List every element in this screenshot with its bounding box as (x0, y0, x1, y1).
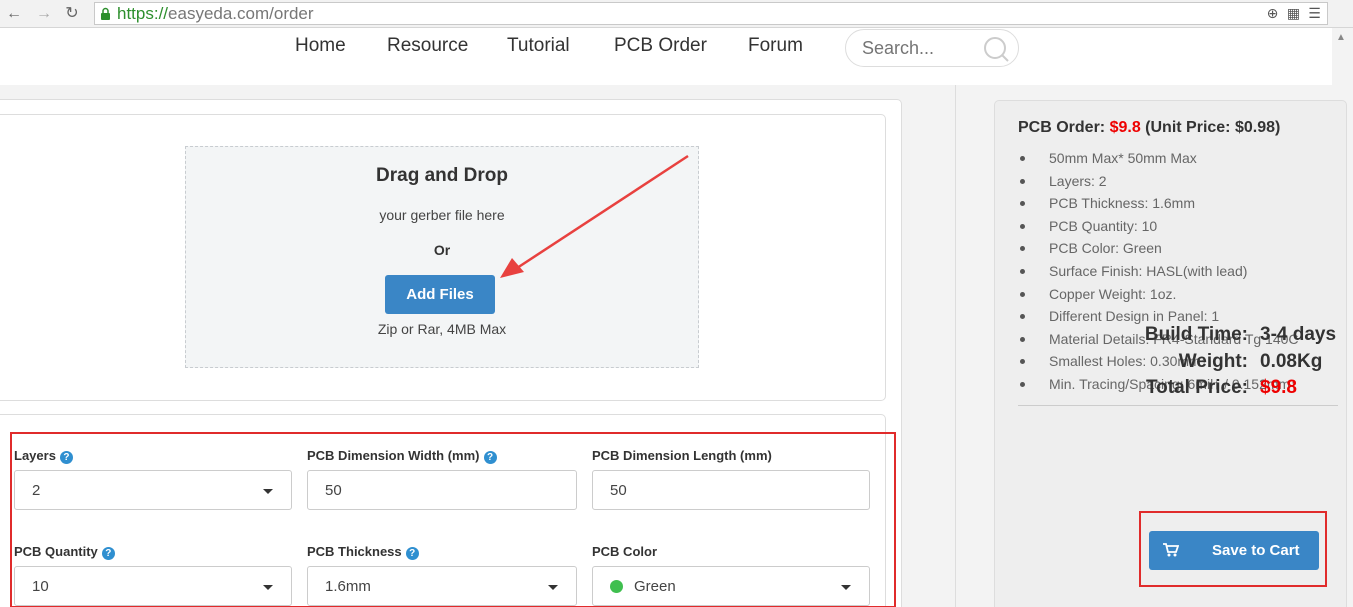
drop-note: Zip or Rar, 4MB Max (377, 321, 507, 337)
back-icon[interactable]: ← (4, 4, 24, 24)
list-item: PCB Thickness: 1.6mm (1018, 192, 1299, 215)
thickness-value: 1.6mm (325, 578, 371, 595)
layers-select[interactable]: 2 (14, 470, 292, 510)
chevron-down-icon (548, 585, 558, 590)
forward-icon[interactable]: → (34, 4, 54, 24)
list-item: Smallest Holes: 0.30mm↑ (1018, 350, 1299, 373)
address-bar[interactable]: https://easyeda.com/order ⊕ ▦ ☰ (94, 2, 1328, 25)
nav-pcb-order[interactable]: PCB Order (614, 35, 707, 57)
quantity-select[interactable]: 10 (14, 566, 292, 606)
weight-label: Weight: (1178, 351, 1248, 372)
length-input[interactable]: 50 (592, 470, 870, 510)
reload-icon[interactable]: ↻ (62, 4, 82, 24)
spec-list: 50mm Max* 50mm Max Layers: 2 PCB Thickne… (1018, 147, 1299, 396)
quantity-value: 10 (32, 578, 49, 595)
list-item: PCB Quantity: 10 (1018, 215, 1299, 238)
unit-price: (Unit Price: $0.98) (1140, 119, 1281, 136)
build-time-label: Build Time: (1144, 324, 1248, 345)
menu-icon[interactable]: ☰ (1306, 5, 1323, 22)
total-price-label: Total Price: (1145, 377, 1248, 398)
summary-divider (1018, 405, 1338, 406)
site-header: Home Resource Tutorial PCB Order Forum (0, 28, 1332, 85)
save-to-cart-button[interactable]: Save to Cart (1149, 531, 1319, 570)
scroll-up-arrow-icon[interactable]: ▲ (1336, 32, 1346, 43)
url-text: https://easyeda.com/order (117, 4, 314, 23)
browser-toolbar: ← → ↻ https://easyeda.com/order ⊕ ▦ ☰ (0, 0, 1353, 28)
list-item: Copper Weight: 1oz. (1018, 283, 1299, 306)
width-value: 50 (325, 482, 342, 499)
list-item: PCB Color: Green (1018, 237, 1299, 260)
lock-icon (101, 7, 110, 20)
quantity-label: PCB Quantity? (14, 544, 115, 560)
cart-icon (1163, 543, 1179, 557)
layers-value: 2 (32, 482, 41, 499)
weight-value: 0.08Kg (1260, 351, 1323, 372)
list-item: 50mm Max* 50mm Max (1018, 147, 1299, 170)
search-icon[interactable] (982, 35, 1010, 63)
save-to-cart-label: Save to Cart (1212, 542, 1300, 559)
translate-icon[interactable]: ▦ (1285, 5, 1302, 22)
width-label: PCB Dimension Width (mm)? (307, 448, 497, 464)
nav-forum[interactable]: Forum (748, 35, 803, 57)
search-input[interactable] (862, 38, 982, 59)
help-icon[interactable]: ? (101, 547, 115, 560)
zoom-icon[interactable]: ⊕ (1264, 5, 1281, 22)
nav-home[interactable]: Home (295, 35, 346, 57)
length-value: 50 (610, 482, 627, 499)
order-summary-title: PCB Order: $9.8 (Unit Price: $0.98) (1018, 119, 1281, 136)
total-price-value: $9.8 (1260, 377, 1297, 398)
chevron-down-icon (841, 585, 851, 590)
help-icon[interactable]: ? (59, 451, 73, 464)
add-files-button[interactable]: Add Files (385, 275, 495, 314)
nav-resource[interactable]: Resource (387, 35, 468, 57)
layers-label: Layers? (14, 448, 73, 464)
width-input[interactable]: 50 (307, 470, 577, 510)
color-swatch (610, 580, 623, 593)
build-time-value: 3-4 days (1260, 324, 1337, 345)
list-item: Layers: 2 (1018, 170, 1299, 193)
annotation-arrow-icon (500, 154, 689, 278)
color-value: Green (634, 578, 676, 595)
color-label: PCB Color (592, 544, 657, 559)
chevron-down-icon (263, 585, 273, 590)
search-box (845, 29, 1019, 67)
color-select[interactable]: Green (592, 566, 870, 606)
list-item: Surface Finish: HASL(with lead) (1018, 260, 1299, 283)
chevron-down-icon (263, 489, 273, 494)
help-icon[interactable]: ? (483, 451, 497, 464)
thickness-label: PCB Thickness? (307, 544, 419, 560)
thickness-select[interactable]: 1.6mm (307, 566, 577, 606)
length-label: PCB Dimension Length (mm) (592, 448, 772, 463)
help-icon[interactable]: ? (405, 547, 419, 560)
column-divider (955, 85, 956, 607)
nav-tutorial[interactable]: Tutorial (507, 35, 570, 57)
order-price: $9.8 (1109, 119, 1141, 136)
